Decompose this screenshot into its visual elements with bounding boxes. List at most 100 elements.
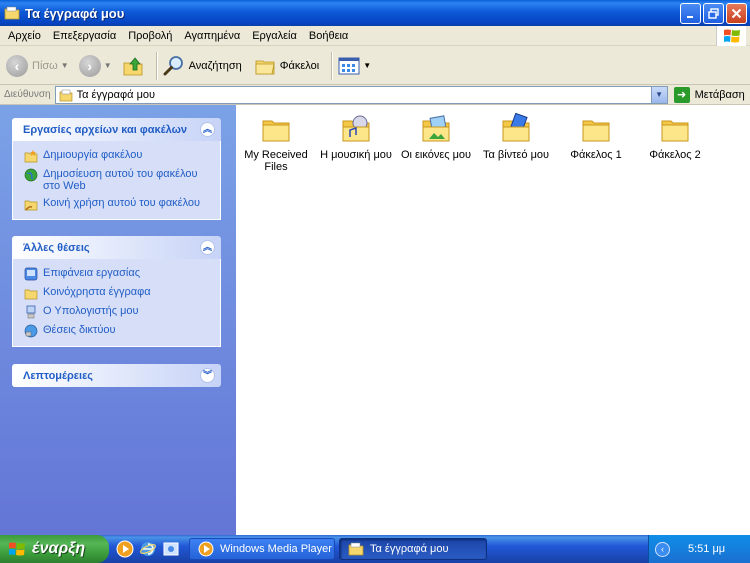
menu-edit[interactable]: Επεξεργασία (47, 30, 122, 42)
taskbar: έναρξη Windows Media Player Τα έγγραφά μ… (0, 535, 750, 563)
desktop-icon (24, 267, 38, 281)
file-label: Η μουσική μου (320, 149, 392, 161)
place-my-computer[interactable]: Ο Υπολογιστής μου (24, 305, 212, 319)
file-label: My Received Files (244, 149, 308, 173)
panel-title: Λεπτομέρειες (23, 369, 94, 382)
search-button[interactable]: Αναζήτηση (163, 55, 242, 77)
shared-docs-icon (24, 289, 38, 300)
back-button[interactable]: ‹ Πίσω ▼ (6, 54, 69, 77)
place-label: Επιφάνεια εργασίας (43, 267, 141, 279)
up-folder-icon (123, 56, 143, 75)
collapse-icon[interactable]: ︽ (200, 122, 215, 137)
quick-launch (116, 540, 180, 558)
task-new-folder[interactable]: Δημιουργία φακέλου (24, 149, 212, 163)
go-label: Μετάβαση (694, 88, 745, 101)
title-bar: Τα έγγραφά μου (0, 0, 750, 26)
minimize-button[interactable] (680, 3, 701, 24)
task-label: Δημιουργία φακέλου (43, 149, 143, 161)
close-button[interactable] (726, 3, 747, 24)
menu-file[interactable]: Αρχείο (2, 30, 47, 42)
menu-view[interactable]: Προβολή (122, 30, 178, 42)
place-desktop[interactable]: Επιφάνεια εργασίας (24, 267, 212, 281)
panel-title: Εργασίες αρχείων και φακέλων (23, 123, 188, 136)
place-label: Κοινόχρηστα έγγραφα (43, 286, 151, 298)
views-button[interactable]: ▼ (338, 56, 371, 76)
file-label: Φάκελος 2 (649, 149, 701, 161)
taskbar-task-my-documents[interactable]: Τα έγγραφά μου (339, 538, 487, 560)
internet-explorer-icon[interactable] (139, 540, 157, 558)
window-title: Τα έγγραφά μου (25, 5, 125, 21)
file-item[interactable]: Η μουσική μου (318, 113, 394, 161)
network-places-icon (24, 324, 38, 338)
address-input[interactable]: Τα έγγραφά μου ▼ (54, 85, 668, 104)
place-network[interactable]: Θέσεις δικτύου (24, 324, 212, 338)
maximize-button[interactable] (703, 3, 724, 24)
my-computer-icon (26, 305, 36, 319)
taskbar-task-media-player[interactable]: Windows Media Player (189, 538, 335, 560)
folder-icon (661, 120, 689, 142)
go-button[interactable]: ➜ Μετάβαση (673, 86, 745, 103)
go-arrow-icon: ➜ (673, 86, 690, 103)
new-folder-icon (24, 150, 38, 163)
show-desktop-icon[interactable] (162, 540, 180, 558)
address-bar: Διεύθυνση Τα έγγραφά μου ▼ ➜ Μετάβαση (0, 85, 750, 105)
task-publish-web[interactable]: Δημοσίευση αυτού του φακέλου στο Web (24, 168, 212, 192)
publish-web-icon (24, 168, 38, 182)
my-documents-icon (59, 89, 72, 101)
my-documents-icon (348, 542, 364, 556)
file-label: Τα βίντεό μου (482, 149, 550, 161)
start-label: έναρξη (32, 540, 86, 557)
chevron-down-icon[interactable]: ▼ (363, 61, 371, 70)
media-player-icon[interactable] (116, 540, 134, 558)
menu-help[interactable]: Βοήθεια (303, 30, 354, 42)
forward-arrow-icon: › (78, 54, 101, 77)
panel-header[interactable]: Λεπτομέρειες ︾ (12, 364, 221, 387)
windows-logo-icon (716, 26, 746, 46)
other-places-panel: Άλλες θέσεις ︽ Επιφάνεια εργασίας Κοινόχ… (12, 236, 221, 347)
pictures-folder-icon (422, 115, 450, 142)
windows-logo-icon (9, 542, 25, 556)
panel-header[interactable]: Εργασίες αρχείων και φακέλων ︽ (12, 118, 221, 141)
toolbar-separator (155, 51, 157, 80)
task-label: Δημοσίευση αυτού του φακέλου στο Web (43, 168, 198, 192)
place-label: Θέσεις δικτύου (43, 324, 116, 336)
up-folder-button[interactable] (122, 55, 144, 77)
forward-button[interactable]: › ▼ (78, 54, 112, 77)
chevron-down-icon[interactable]: ▼ (61, 61, 69, 70)
panel-header[interactable]: Άλλες θέσεις ︽ (12, 236, 221, 259)
views-icon (338, 57, 360, 74)
folders-button[interactable]: Φάκελοι (254, 55, 319, 77)
folders-icon (255, 60, 275, 74)
address-value: Τα έγγραφά μου (76, 88, 156, 101)
task-label: Κοινή χρήση αυτού του φακέλου (43, 197, 201, 209)
place-shared-docs[interactable]: Κοινόχρηστα έγγραφα (24, 286, 212, 300)
expand-icon[interactable]: ︾ (200, 368, 215, 383)
address-label: Διεύθυνση (4, 89, 51, 100)
music-folder-icon (342, 115, 370, 142)
chevron-down-icon[interactable]: ▼ (650, 86, 667, 103)
file-item[interactable]: Φάκελος 1 (558, 113, 634, 161)
file-item[interactable]: Οι εικόνες μου (398, 113, 474, 161)
start-button[interactable]: έναρξη (0, 535, 109, 563)
search-label: Αναζήτηση (188, 59, 242, 72)
details-panel: Λεπτομέρειες ︾ (12, 364, 221, 387)
back-arrow-icon: ‹ (6, 54, 28, 77)
show-hidden-icons-icon[interactable]: ‹ (655, 541, 670, 557)
task-share-folder[interactable]: Κοινή χρήση αυτού του φακέλου (24, 197, 212, 211)
media-player-icon (198, 541, 214, 557)
folder-icon (262, 120, 290, 142)
share-folder-icon (24, 200, 38, 211)
menu-favorites[interactable]: Αγαπημένα (178, 30, 246, 42)
file-item[interactable]: My Received Files (238, 113, 314, 173)
file-item[interactable]: Τα βίντεό μου (478, 113, 554, 161)
chevron-down-icon[interactable]: ▼ (104, 61, 112, 70)
file-item[interactable]: Φάκελος 2 (637, 113, 713, 161)
folder-icon (4, 6, 20, 20)
clock[interactable]: 5:51 μμ (688, 543, 725, 555)
collapse-icon[interactable]: ︽ (200, 240, 215, 255)
task-label: Τα έγγραφά μου (370, 543, 449, 555)
file-view: My Received Files Η μουσική μου Οι εικόν… (236, 105, 750, 535)
task-label: Windows Media Player (220, 543, 332, 555)
menu-tools[interactable]: Εργαλεία (246, 30, 303, 42)
file-label: Οι εικόνες μου (400, 149, 472, 161)
